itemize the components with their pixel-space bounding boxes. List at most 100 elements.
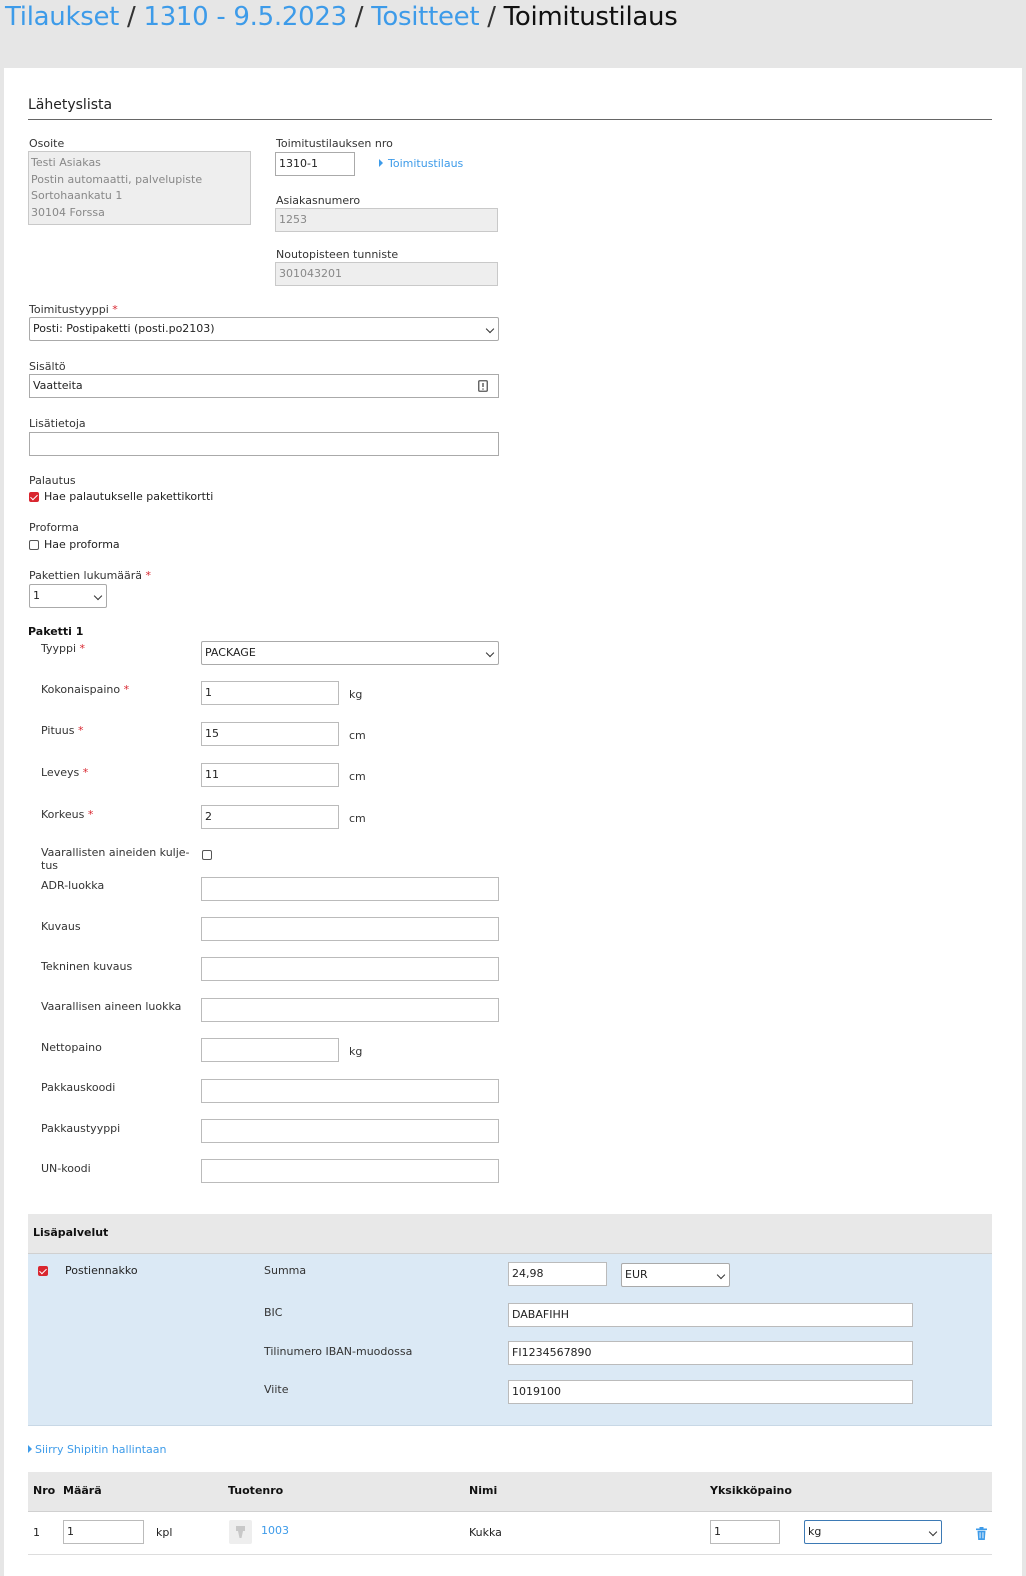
trash-icon[interactable] [976, 1527, 987, 1540]
breadcrumb-separator: / [127, 2, 136, 32]
length-label: Pituus * [41, 724, 83, 737]
breadcrumb-link-order[interactable]: 1310 - 9.5.2023 [143, 2, 347, 32]
row-name: Kukka [469, 1526, 502, 1539]
height-label-text: Korkeus [41, 808, 85, 821]
net-weight-unit: kg [349, 1045, 363, 1058]
proforma-label: Proforma [29, 521, 79, 534]
address-line: Testi Asiakas [31, 156, 101, 169]
currency-select[interactable]: EUR [621, 1263, 730, 1287]
package-type-value: PACKAGE [205, 646, 256, 659]
height-input[interactable]: 2 [201, 805, 339, 829]
pickup-point-field: 301043201 [275, 262, 498, 286]
description-input[interactable] [201, 917, 499, 941]
adr-class-input[interactable] [201, 877, 499, 901]
delivery-type-label: Toimitustyyppi * [29, 303, 118, 316]
total-weight-input[interactable]: 1 [201, 681, 339, 705]
return-checkbox[interactable] [29, 492, 39, 502]
delivery-order-link[interactable]: Toimitustilaus [379, 157, 463, 170]
un-code-input[interactable] [201, 1159, 499, 1183]
delivery-order-field[interactable]: 1310-1 [275, 152, 355, 176]
additional-info-label: Lisätietoja [29, 417, 86, 430]
un-code-label: UN-koodi [41, 1162, 91, 1175]
row-weight-unit-select[interactable]: kg [804, 1520, 942, 1544]
technical-description-input[interactable] [201, 957, 499, 981]
package-type-select[interactable]: PACKAGE [201, 641, 499, 665]
page-title: Toimitustilaus [503, 2, 678, 32]
bic-input[interactable]: DABAFIHH [508, 1303, 913, 1327]
table-row: 1 1 kpl 1003 Kukka 1 kg [28, 1512, 992, 1555]
required-marker: * [87, 808, 94, 821]
dangerous-goods-checkbox[interactable] [202, 850, 212, 860]
dangerous-class-input[interactable] [201, 998, 499, 1022]
required-marker: * [79, 642, 86, 655]
required-marker: * [145, 569, 152, 582]
iban-input[interactable]: FI1234567890 [508, 1341, 913, 1365]
address-label: Osoite [29, 137, 65, 150]
proforma-checkbox[interactable] [29, 540, 39, 550]
row-unit-weight-input[interactable]: 1 [710, 1520, 780, 1544]
delivery-order-label: Toimitustilauksen nro [276, 137, 393, 150]
delivery-type-select[interactable]: Posti: Postipaketti (posti.po2103) [29, 317, 499, 341]
contents-value: Vaatteita [33, 379, 83, 392]
breadcrumb-link-orders[interactable]: Tilaukset [5, 2, 119, 32]
address-box: Testi Asiakas Postin automaatti, palvelu… [28, 151, 251, 225]
contents-input[interactable]: Vaatteita [29, 374, 499, 398]
chevron-down-icon [928, 1527, 938, 1537]
row-nro: 1 [33, 1526, 40, 1539]
return-checkbox-label[interactable]: Hae palautukselle pakettikortti [44, 490, 213, 503]
required-marker: * [77, 724, 84, 737]
address-line: Postin automaatti, palvelupiste [31, 172, 203, 186]
shipit-link[interactable]: Siirry Shipitin hallintaan [28, 1443, 166, 1456]
total-weight-label: Kokonaispaino * [41, 683, 129, 696]
reference-label: Viite [264, 1383, 289, 1396]
width-unit: cm [349, 770, 366, 783]
sum-label: Summa [264, 1264, 307, 1277]
dangerous-goods-label-line: Vaarallisten aineiden kulje- [41, 846, 190, 859]
caret-right-icon [379, 159, 383, 167]
main-panel: Lähetyslista Osoite Testi Asiakas Postin… [4, 68, 1022, 1576]
package-type-label-text: Tyyppi [41, 642, 77, 655]
height-unit: cm [349, 812, 366, 825]
delivery-type-label-text: Toimitustyyppi [29, 303, 109, 316]
packing-code-label: Pakkauskoodi [41, 1081, 116, 1094]
pickup-point-label: Noutopisteen tunniste [276, 248, 399, 261]
col-unit-weight: Yksikköpaino [710, 1484, 792, 1497]
customer-number-label: Asiakasnumero [276, 194, 361, 207]
row-product-no-link[interactable]: 1003 [261, 1524, 289, 1537]
breadcrumb: Tilaukset / 1310 - 9.5.2023 / Tositteet … [5, 2, 678, 32]
total-weight-label-text: Kokonaispaino [41, 683, 121, 696]
chevron-down-icon [93, 591, 103, 601]
length-unit: cm [349, 729, 366, 742]
net-weight-input[interactable] [201, 1038, 339, 1062]
address-line: Sortohaankatu 1 [31, 189, 123, 202]
package-count-label-text: Pakettien lukumäärä [29, 569, 143, 582]
row-qty-input[interactable]: 1 [63, 1520, 144, 1544]
proforma-checkbox-label[interactable]: Hae proforma [44, 538, 120, 551]
required-marker: * [123, 683, 130, 696]
col-name: Nimi [469, 1484, 498, 1497]
sum-input[interactable]: 24,98 [508, 1262, 607, 1286]
chevron-down-icon [716, 1270, 726, 1280]
packing-type-input[interactable] [201, 1119, 499, 1143]
additional-info-input[interactable] [29, 432, 499, 456]
packing-code-input[interactable] [201, 1079, 499, 1103]
package-count-select[interactable]: 1 [29, 584, 107, 608]
width-input[interactable]: 11 [201, 763, 339, 787]
package-count-value: 1 [33, 589, 40, 602]
col-nro: Nro [33, 1484, 56, 1497]
length-input[interactable]: 15 [201, 722, 339, 746]
reference-input[interactable]: 1019100 [508, 1380, 913, 1404]
package-title: Paketti 1 [28, 625, 84, 638]
cod-checkbox[interactable] [38, 1266, 48, 1276]
chevron-down-icon [485, 324, 495, 334]
delivery-type-value: Posti: Postipaketti (posti.po2103) [33, 322, 215, 335]
products-table-header: Nro Määrä Tuotenro Nimi Yksikköpaino [28, 1472, 992, 1512]
extra-services-title: Lisäpalvelut [33, 1226, 109, 1239]
height-label: Korkeus * [41, 808, 93, 821]
breadcrumb-link-documents[interactable]: Tositteet [371, 2, 479, 32]
description-label: Kuvaus [41, 920, 81, 933]
col-qty: Määrä [63, 1484, 102, 1497]
section-title: Lähetyslista [28, 97, 113, 113]
width-label: Leveys * [41, 766, 88, 779]
dangerous-goods-label: Vaarallisten aineiden kulje- tus [41, 846, 190, 872]
